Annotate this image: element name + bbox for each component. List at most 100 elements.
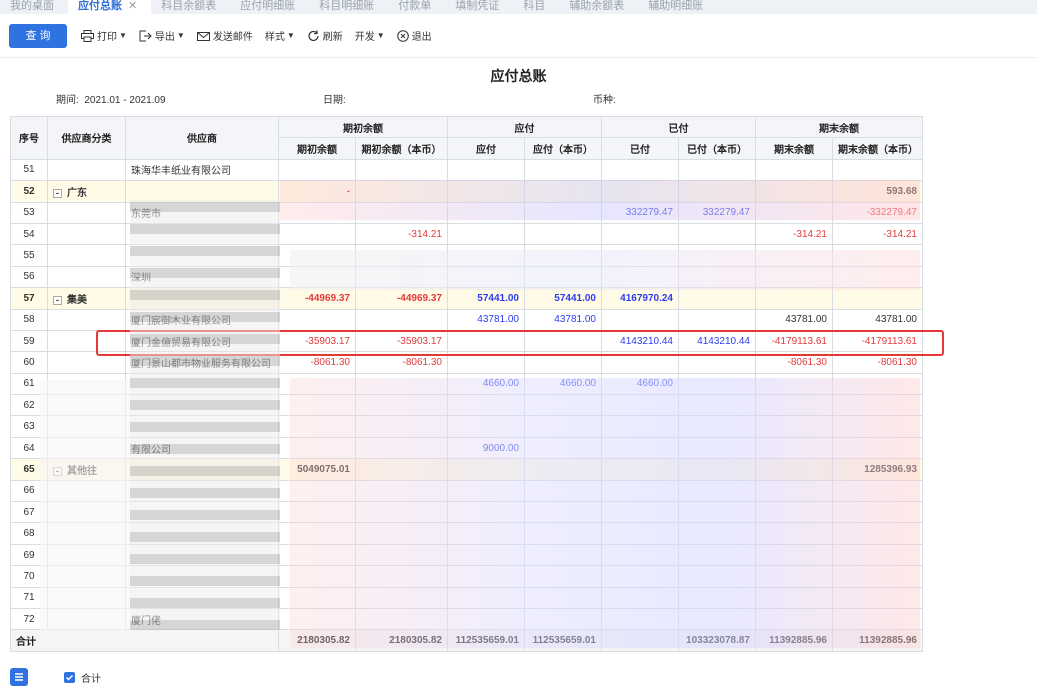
table-row[interactable]: 72 厦门佬	[10, 607, 923, 631]
table-row[interactable]: 54 -314.21 -314.21 -314.21	[10, 222, 923, 246]
category-label: 广东	[67, 187, 87, 199]
table-row[interactable]: 59 厦门金億贸易有限公司 -35903.17 -35903.17 4143210.44…	[10, 329, 923, 353]
print-button[interactable]: 打印 ▼	[81, 28, 127, 43]
cell-amount: -35903.17	[278, 329, 356, 353]
collapse-icon[interactable]: -	[53, 188, 62, 198]
cell-amount: 332279.47	[678, 201, 756, 224]
cell-category	[47, 436, 126, 460]
cell-amount	[447, 180, 525, 203]
dev-button[interactable]: 开发 ▼	[355, 28, 385, 43]
collapse-icon[interactable]: -	[53, 295, 62, 305]
table-row[interactable]: 66	[10, 479, 923, 503]
total-amount: 11392885.96	[832, 629, 923, 652]
collapse-icon[interactable]: -	[53, 466, 62, 476]
cell-seq: 67	[10, 501, 48, 524]
cell-amount: -4179113.61	[755, 329, 833, 353]
cell-amount	[678, 265, 756, 289]
refresh-button[interactable]: 刷新	[307, 28, 343, 43]
cell-amount	[524, 158, 602, 182]
tab-item[interactable]: 应付明细账	[230, 0, 309, 14]
tab-item[interactable]: 科目	[513, 0, 559, 14]
table-row[interactable]: 64 有限公司 9000.00	[10, 436, 923, 460]
tab-item[interactable]: 应付总账 ✕	[68, 0, 152, 14]
tab-item[interactable]: 科目明细账	[309, 0, 388, 14]
table-row[interactable]: 61 4660.00 4660.00 4660.00	[10, 372, 923, 396]
table-row[interactable]: 53 东莞市 332279.47 332279.47 -332279.47	[10, 201, 923, 224]
tab-item[interactable]: 辅助余额表	[559, 0, 638, 14]
cell-amount	[755, 180, 833, 203]
header-supplier: 供应商	[125, 116, 279, 160]
tab-item[interactable]: 我的桌面	[0, 0, 68, 14]
cell-amount	[832, 287, 923, 310]
cell-amount	[832, 522, 923, 545]
cell-amount	[524, 479, 602, 503]
menu-icon[interactable]	[10, 668, 28, 686]
cell-amount	[524, 543, 602, 567]
table-row[interactable]: 62	[10, 394, 923, 417]
cell-seq: 53	[10, 201, 48, 224]
total-checkbox[interactable]	[64, 671, 75, 683]
exit-button[interactable]: 退出	[396, 28, 432, 43]
table-row[interactable]: 60 厦门景山都市物业服务有限公司 -8061.30 -8061.30 -8061.30…	[10, 351, 923, 374]
cell-amount	[678, 158, 756, 182]
tab-label: 应付总账	[78, 0, 122, 12]
cell-amount: -8061.30	[278, 351, 356, 374]
close-icon[interactable]: ✕	[128, 0, 137, 12]
table-row[interactable]: 69	[10, 543, 923, 567]
cell-amount: 43781.00	[755, 308, 833, 331]
table-row[interactable]: 58 厦门宸御木业有限公司 43781.00 43781.00 43781.00 4378…	[10, 308, 923, 331]
tab-item[interactable]: 科目余额表	[151, 0, 230, 14]
export-button[interactable]: 导出 ▼	[139, 28, 185, 43]
cell-category	[47, 222, 126, 246]
cell-amount	[447, 607, 525, 631]
table-row[interactable]: 63	[10, 415, 923, 438]
cell-amount	[447, 244, 525, 267]
cell-supplier	[125, 522, 279, 545]
style-button[interactable]: 样式 ▼	[265, 28, 295, 43]
cell-amount	[355, 180, 448, 203]
table-row[interactable]: 67	[10, 501, 923, 524]
cell-amount: 5049075.01	[278, 458, 356, 481]
cell-amount	[755, 372, 833, 396]
tab-item[interactable]: 辅助明细账	[638, 0, 717, 14]
cell-amount	[447, 201, 525, 224]
cell-category	[47, 479, 126, 503]
cell-amount: -332279.47	[832, 201, 923, 224]
mail-icon	[196, 31, 210, 41]
cell-supplier	[125, 543, 279, 567]
cell-amount: 43781.00	[447, 308, 525, 331]
cell-amount	[678, 543, 756, 567]
total-amount: 2180305.82	[278, 629, 356, 652]
table-row[interactable]: 70	[10, 565, 923, 588]
cell-amount	[678, 287, 756, 310]
table-row[interactable]: 52- 广东 -593.68	[10, 180, 923, 203]
total-amount: 112535659.01	[524, 629, 602, 652]
query-button[interactable]: 查 询	[9, 23, 67, 48]
cell-amount	[447, 522, 525, 545]
cell-amount	[355, 265, 448, 289]
cell-amount	[601, 479, 679, 503]
tab-item[interactable]: 填制凭证	[445, 0, 513, 14]
cell-amount	[355, 458, 448, 481]
cell-amount	[755, 586, 833, 609]
cell-seq: 55	[10, 244, 48, 267]
table-row[interactable]: 57- 集美 -44969.37 -44969.37 57441.00 57441.00 4…	[10, 287, 923, 310]
send-mail-button[interactable]: 发送邮件	[196, 28, 253, 43]
table-row[interactable]: 71	[10, 586, 923, 609]
cell-amount	[447, 351, 525, 374]
cell-supplier: 珠海华丰纸业有限公司	[125, 158, 279, 182]
cell-category	[47, 607, 126, 631]
table-row[interactable]: 56 深圳	[10, 265, 923, 289]
cell-amount: 43781.00	[832, 308, 923, 331]
table-row[interactable]: 65- 其他往 5049075.01 1285396.93	[10, 458, 923, 481]
cell-seq: 57	[10, 287, 48, 310]
tab-item[interactable]: 付款单	[388, 0, 445, 14]
table-row[interactable]: 55	[10, 244, 923, 267]
table-row[interactable]: 68	[10, 522, 923, 545]
total-amount: 103323078.87	[678, 629, 756, 652]
cell-amount	[447, 565, 525, 588]
cell-category	[47, 586, 126, 609]
cell-amount: -314.21	[832, 222, 923, 246]
table-row[interactable]: 51 珠海华丰纸业有限公司	[10, 158, 923, 182]
cell-category	[47, 308, 126, 331]
